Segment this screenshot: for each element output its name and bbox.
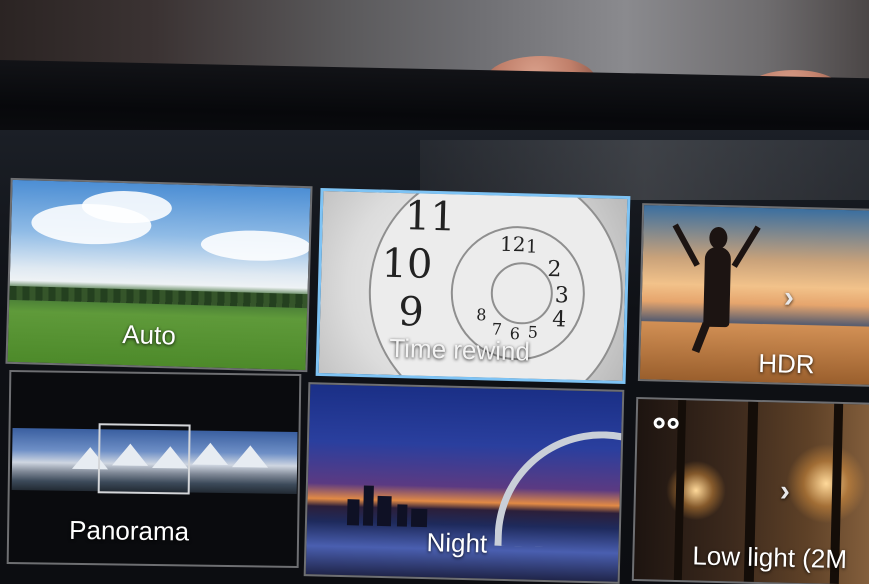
- chevron-right-icon[interactable]: ›: [784, 281, 795, 315]
- owl-icon: [651, 413, 682, 436]
- photo-of-phone-screen: Auto 11 12 10 9 1 2 3 4 5 6 7 8 Time rew…: [0, 0, 869, 584]
- screen-glare: [420, 140, 869, 200]
- mode-label-low-light: Low light (2M: [692, 540, 848, 575]
- panorama-capture-frame: [97, 423, 191, 495]
- harbour-bridge: [494, 428, 625, 551]
- mode-tile-low-light[interactable]: › Low light (2M: [631, 396, 869, 584]
- mode-tile-night[interactable]: Night: [303, 382, 625, 584]
- mode-label-night: Night: [426, 527, 488, 559]
- person-silhouette: [703, 246, 732, 328]
- mode-label-panorama: Panorama: [68, 514, 190, 547]
- mode-tile-time-rewind[interactable]: 11 12 10 9 1 2 3 4 5 6 7 8 Time rewind: [315, 187, 631, 385]
- mode-tile-auto[interactable]: Auto: [5, 177, 313, 373]
- mode-label-hdr: HDR: [757, 347, 816, 380]
- mode-tile-hdr[interactable]: › HDR: [637, 203, 869, 387]
- mode-label-auto: Auto: [121, 319, 177, 351]
- treeline: [9, 285, 308, 309]
- mode-tile-panorama[interactable]: Panorama: [6, 369, 302, 569]
- chevron-right-icon[interactable]: ›: [780, 475, 791, 509]
- beach: [639, 321, 869, 385]
- mode-label-time-rewind: Time rewind: [388, 332, 531, 367]
